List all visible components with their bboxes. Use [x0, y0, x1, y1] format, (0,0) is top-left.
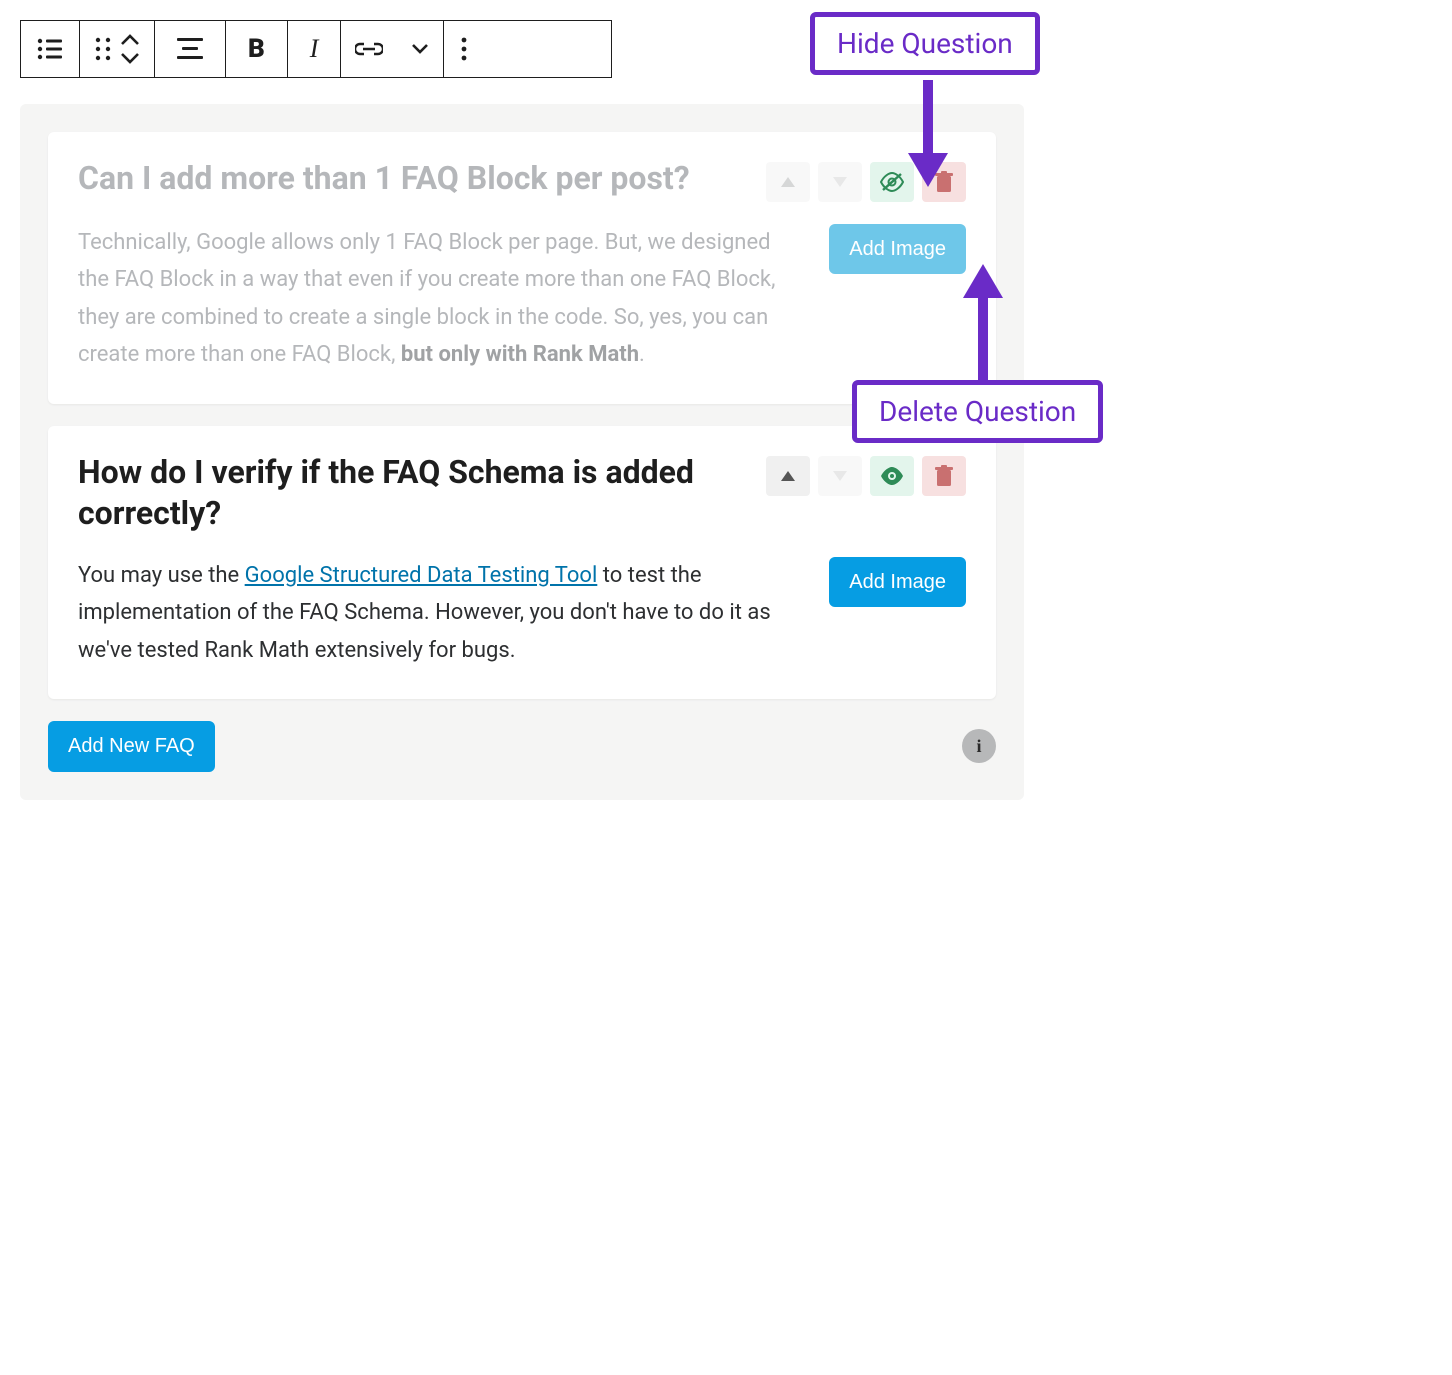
add-image-button[interactable]: Add Image: [829, 224, 966, 274]
faq-question-title[interactable]: Can I add more than 1 FAQ Block per post…: [78, 158, 752, 200]
list-icon: [37, 38, 63, 60]
toolbar-more-button[interactable]: [444, 21, 484, 77]
faq-question-title[interactable]: How do I verify if the FAQ Schema is add…: [78, 452, 752, 535]
toolbar-italic-button[interactable]: I: [288, 21, 342, 77]
annotation-delete-question: Delete Question: [852, 380, 1103, 443]
triangle-down-icon: [833, 471, 847, 481]
triangle-up-icon: [781, 471, 795, 481]
add-new-faq-button[interactable]: Add New FAQ: [48, 721, 215, 772]
eye-icon: [880, 467, 904, 485]
answer-text: .: [639, 342, 645, 367]
italic-icon: I: [310, 34, 319, 64]
toolbar-link-group: [341, 21, 444, 77]
add-image-button[interactable]: Add Image: [829, 557, 966, 607]
move-down-button: [818, 162, 862, 202]
toolbar-move-group: [80, 21, 155, 77]
delete-question-button[interactable]: [922, 456, 966, 496]
trash-icon: [934, 465, 954, 487]
faq-item: How do I verify if the FAQ Schema is add…: [48, 426, 996, 699]
annotation-hide-question: Hide Question: [810, 12, 1040, 75]
bold-icon: B: [248, 34, 265, 64]
eye-slash-icon: [880, 172, 904, 192]
faq-footer: Add New FAQ i: [48, 721, 996, 772]
answer-strong: but only with Rank Math: [401, 342, 639, 367]
faq-item-actions: [766, 456, 966, 496]
answer-link[interactable]: Google Structured Data Testing Tool: [245, 563, 598, 588]
chevron-down-icon[interactable]: [411, 43, 429, 55]
faq-answer[interactable]: Technically, Google allows only 1 FAQ Bl…: [78, 224, 803, 374]
drag-handle-icon[interactable]: [94, 36, 112, 62]
link-icon[interactable]: [355, 41, 383, 57]
faq-answer[interactable]: You may use the Google Structured Data T…: [78, 557, 803, 669]
more-vertical-icon: [460, 36, 468, 62]
triangle-down-icon: [833, 177, 847, 187]
align-icon: [177, 38, 203, 60]
faq-item: Can I add more than 1 FAQ Block per post…: [48, 132, 996, 404]
show-question-button[interactable]: [870, 456, 914, 496]
move-updown-icon[interactable]: [120, 34, 140, 64]
block-toolbar: B I: [20, 20, 612, 78]
toolbar-bold-button[interactable]: B: [226, 21, 288, 77]
toolbar-align-button[interactable]: [155, 21, 226, 77]
triangle-up-icon: [781, 177, 795, 187]
answer-text: You may use the: [78, 563, 245, 588]
info-button[interactable]: i: [962, 729, 996, 763]
move-down-button: [818, 456, 862, 496]
info-icon: i: [976, 736, 981, 757]
move-up-button: [766, 162, 810, 202]
toolbar-list-button[interactable]: [21, 21, 80, 77]
move-up-button[interactable]: [766, 456, 810, 496]
faq-block-container: Can I add more than 1 FAQ Block per post…: [20, 104, 1024, 800]
